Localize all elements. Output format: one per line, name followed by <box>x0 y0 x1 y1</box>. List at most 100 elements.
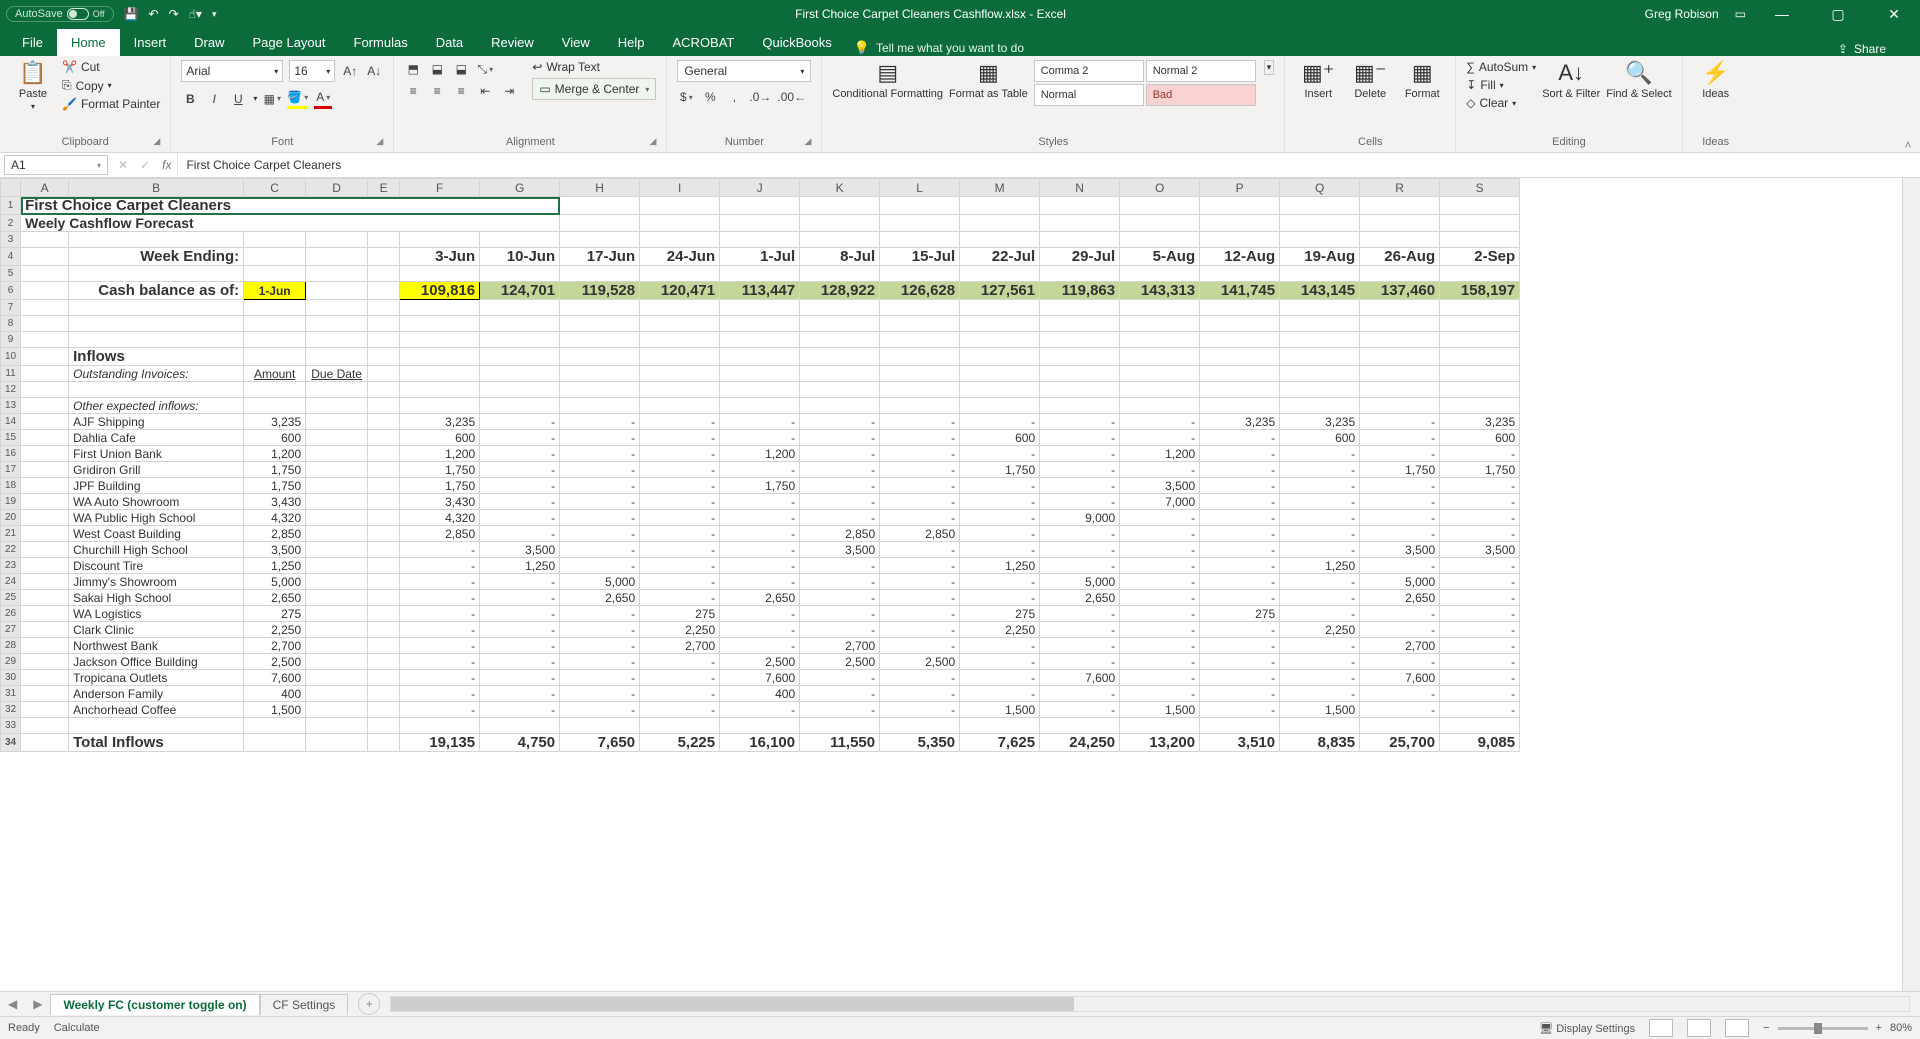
align-middle-icon[interactable]: ⬓ <box>428 60 446 78</box>
cell[interactable]: - <box>560 622 640 638</box>
cell[interactable]: - <box>1120 510 1200 526</box>
cell[interactable] <box>368 654 400 670</box>
cell[interactable] <box>560 366 640 382</box>
cell[interactable]: 1-Jun <box>244 282 306 300</box>
cell[interactable]: - <box>800 702 880 718</box>
zoom-slider[interactable] <box>1778 1027 1868 1030</box>
cell[interactable]: - <box>480 510 560 526</box>
row-header-32[interactable]: 32 <box>1 702 21 718</box>
cell[interactable]: 5,000 <box>244 574 306 590</box>
cell[interactable] <box>640 348 720 366</box>
cell[interactable]: - <box>1280 606 1360 622</box>
col-header-N[interactable]: N <box>1040 179 1120 197</box>
cell[interactable]: 158,197 <box>1440 282 1520 300</box>
style-bad[interactable]: Bad <box>1146 84 1256 106</box>
row-header-22[interactable]: 22 <box>1 542 21 558</box>
cell[interactable]: 26-Aug <box>1360 248 1440 266</box>
cell[interactable]: Jackson Office Building <box>69 654 244 670</box>
cell[interactable]: Amount <box>244 366 306 382</box>
cell[interactable]: - <box>960 590 1040 606</box>
paste-button[interactable]: 📋Paste▾ <box>10 60 56 111</box>
cell[interactable]: 128,922 <box>800 282 880 300</box>
cell[interactable] <box>368 462 400 478</box>
copy-button[interactable]: ⎘Copy▾ <box>62 78 160 93</box>
col-header-K[interactable]: K <box>800 179 880 197</box>
cell[interactable]: JPF Building <box>69 478 244 494</box>
cell[interactable]: - <box>1200 574 1280 590</box>
cell[interactable] <box>368 574 400 590</box>
cell[interactable]: - <box>560 430 640 446</box>
cell[interactable]: - <box>1360 430 1440 446</box>
cell[interactable]: - <box>480 414 560 430</box>
cell[interactable]: 9,085 <box>1440 734 1520 752</box>
cell[interactable]: 2,700 <box>244 638 306 654</box>
cell[interactable] <box>21 638 69 654</box>
cell[interactable]: - <box>880 558 960 574</box>
cell[interactable]: 7,600 <box>1360 670 1440 686</box>
cell[interactable]: 275 <box>244 606 306 622</box>
cell[interactable]: - <box>400 558 480 574</box>
cell[interactable]: - <box>560 414 640 430</box>
cell[interactable]: 4,320 <box>244 510 306 526</box>
cell[interactable]: - <box>1200 526 1280 542</box>
number-format-combo[interactable]: General▾ <box>677 60 811 82</box>
cell[interactable]: - <box>480 590 560 606</box>
cell[interactable]: 600 <box>1440 430 1520 446</box>
cell[interactable] <box>640 366 720 382</box>
row-header-31[interactable]: 31 <box>1 686 21 702</box>
cell[interactable] <box>244 348 306 366</box>
cell[interactable] <box>21 430 69 446</box>
orientation-icon[interactable]: ⤡ <box>476 60 494 78</box>
cell[interactable]: - <box>400 590 480 606</box>
cell[interactable] <box>1200 398 1280 414</box>
cell[interactable]: - <box>1040 446 1120 462</box>
cell[interactable]: 1,200 <box>400 446 480 462</box>
tab-help[interactable]: Help <box>604 29 659 56</box>
cell[interactable]: Cash balance as of: <box>69 282 244 300</box>
cell[interactable]: - <box>1360 654 1440 670</box>
cell[interactable]: - <box>720 606 800 622</box>
cell[interactable] <box>368 590 400 606</box>
cell[interactable]: - <box>1200 478 1280 494</box>
cell[interactable]: - <box>1280 446 1360 462</box>
zoom-out-icon[interactable]: − <box>1763 1022 1769 1034</box>
cell[interactable] <box>368 702 400 718</box>
cell[interactable]: - <box>1120 622 1200 638</box>
tell-me-search[interactable]: 💡Tell me what you want to do <box>854 40 1024 56</box>
align-bottom-icon[interactable]: ⬓ <box>452 60 470 78</box>
cell[interactable]: - <box>1200 638 1280 654</box>
cell[interactable]: - <box>720 414 800 430</box>
row-header-11[interactable]: 11 <box>1 366 21 382</box>
tab-file[interactable]: File <box>8 29 57 56</box>
cell[interactable]: - <box>400 574 480 590</box>
cell[interactable]: 2,700 <box>640 638 720 654</box>
cell[interactable] <box>21 366 69 382</box>
cell[interactable] <box>21 462 69 478</box>
cell[interactable]: - <box>400 686 480 702</box>
ideas-button[interactable]: ⚡Ideas <box>1693 60 1739 100</box>
cell[interactable]: 3-Jun <box>400 248 480 266</box>
cell[interactable]: - <box>1360 510 1440 526</box>
cell[interactable] <box>368 366 400 382</box>
cell[interactable] <box>368 430 400 446</box>
cell[interactable] <box>880 348 960 366</box>
cell[interactable]: - <box>480 574 560 590</box>
cell[interactable]: - <box>1040 606 1120 622</box>
zoom-level[interactable]: 80% <box>1890 1022 1912 1034</box>
cell[interactable]: - <box>560 446 640 462</box>
col-header-B[interactable]: B <box>69 179 244 197</box>
col-header-R[interactable]: R <box>1360 179 1440 197</box>
row-header-26[interactable]: 26 <box>1 606 21 622</box>
cell[interactable]: - <box>880 542 960 558</box>
cell[interactable]: - <box>1280 638 1360 654</box>
cell[interactable]: 25,700 <box>1360 734 1440 752</box>
style-comma2[interactable]: Comma 2 <box>1034 60 1144 82</box>
dialog-launcher-icon[interactable]: ◢ <box>376 136 383 147</box>
cell[interactable]: - <box>560 686 640 702</box>
styles-more-icon[interactable]: ▾ <box>1264 60 1275 75</box>
cell[interactable]: Discount Tire <box>69 558 244 574</box>
user-name[interactable]: Greg Robison <box>1645 7 1719 21</box>
cell[interactable]: 120,471 <box>640 282 720 300</box>
cell[interactable]: - <box>960 638 1040 654</box>
cell[interactable]: Clark Clinic <box>69 622 244 638</box>
